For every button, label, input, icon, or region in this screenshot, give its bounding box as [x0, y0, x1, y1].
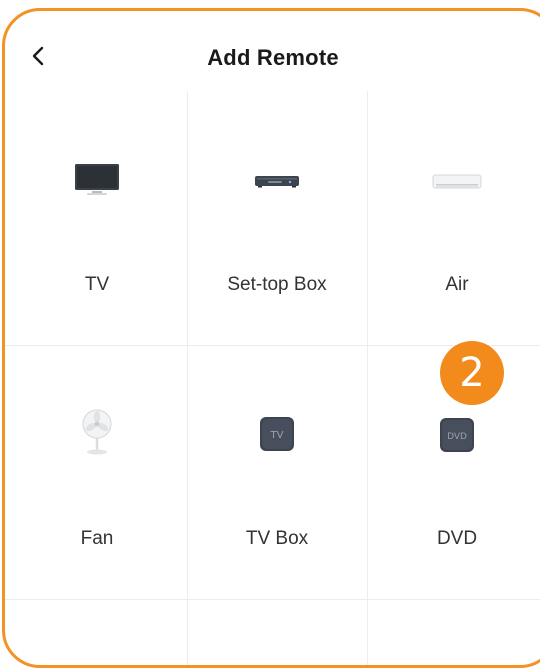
- device-label: Air: [445, 274, 469, 295]
- device-tile-set-top-box[interactable]: Set-top Box: [187, 91, 367, 345]
- device-tile-tv-box[interactable]: TV TV Box: [187, 345, 367, 599]
- header: Add Remote: [5, 11, 540, 91]
- device-tile-fan[interactable]: Fan: [7, 345, 187, 599]
- device-label: Fan: [80, 528, 114, 549]
- tv-icon: [75, 164, 119, 195]
- svg-text:TV: TV: [270, 430, 284, 441]
- svg-text:DVD: DVD: [447, 432, 467, 442]
- device-label: Set-top Box: [227, 274, 327, 295]
- device-tile-air[interactable]: Air: [367, 91, 540, 345]
- air-conditioner-icon: [432, 174, 482, 189]
- page-title: Add Remote: [207, 45, 339, 70]
- device-tile-tv[interactable]: TV: [7, 91, 187, 345]
- step-badge: 2: [440, 341, 504, 405]
- device-label: TV Box: [245, 528, 309, 549]
- device-label: DVD: [436, 528, 478, 549]
- dvd-icon: DVD: [440, 418, 474, 452]
- tv-box-icon: TV: [260, 417, 294, 451]
- phone-frame: Add Remote TV Set-top Box Air Fan TV TV …: [2, 8, 540, 668]
- fan-icon: [82, 409, 112, 455]
- set-top-box-icon: [255, 176, 299, 188]
- device-label: TV: [84, 274, 110, 295]
- grid-divider: [5, 599, 540, 600]
